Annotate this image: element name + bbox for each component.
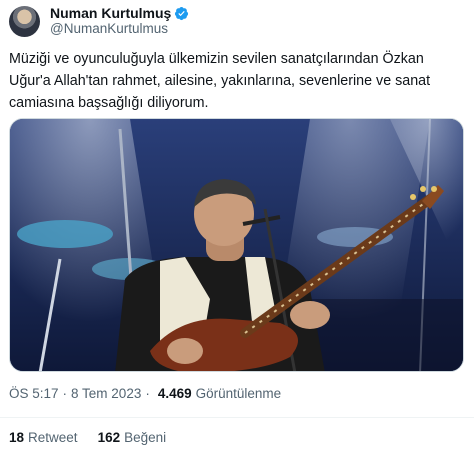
meta-separator-2: · — [145, 386, 150, 401]
avatar[interactable] — [9, 5, 40, 37]
views-count: 4.469 — [157, 386, 192, 401]
author-handle[interactable]: @NumanKurtulmus — [50, 21, 189, 37]
likes-stat[interactable]: 162 Beğeni — [98, 430, 167, 445]
tweet-date[interactable]: 8 Tem 2023 — [71, 386, 141, 401]
verified-badge-icon — [175, 6, 189, 20]
tweet-time[interactable]: ÖS 5:17 — [9, 386, 59, 401]
tweet-stats: 18 Retweet 162 Beğeni — [9, 430, 186, 445]
concert-photo-image — [10, 119, 463, 371]
display-name-row: Numan Kurtulmuş — [50, 5, 189, 21]
likes-label: Beğeni — [124, 430, 167, 445]
author-display-name[interactable]: Numan Kurtulmuş — [50, 5, 171, 21]
tweet-header: Numan Kurtulmuş @NumanKurtulmus — [9, 4, 469, 38]
retweets-stat[interactable]: 18 Retweet — [9, 430, 78, 445]
retweets-label: Retweet — [28, 430, 78, 445]
views-label: Görüntülenme — [195, 386, 282, 401]
tweet-text: Müziği ve oyunculuğuyla ülkemizin sevile… — [9, 51, 435, 111]
tweet-photo[interactable] — [9, 118, 464, 372]
author-names: Numan Kurtulmuş @NumanKurtulmus — [50, 5, 189, 37]
tweet-meta: ÖS 5:17 · 8 Tem 2023 · 4.469 Görüntülenm… — [9, 386, 281, 401]
likes-count: 162 — [97, 430, 121, 445]
retweets-count: 18 — [9, 430, 25, 445]
meta-separator: · — [62, 386, 68, 401]
divider — [0, 417, 474, 418]
